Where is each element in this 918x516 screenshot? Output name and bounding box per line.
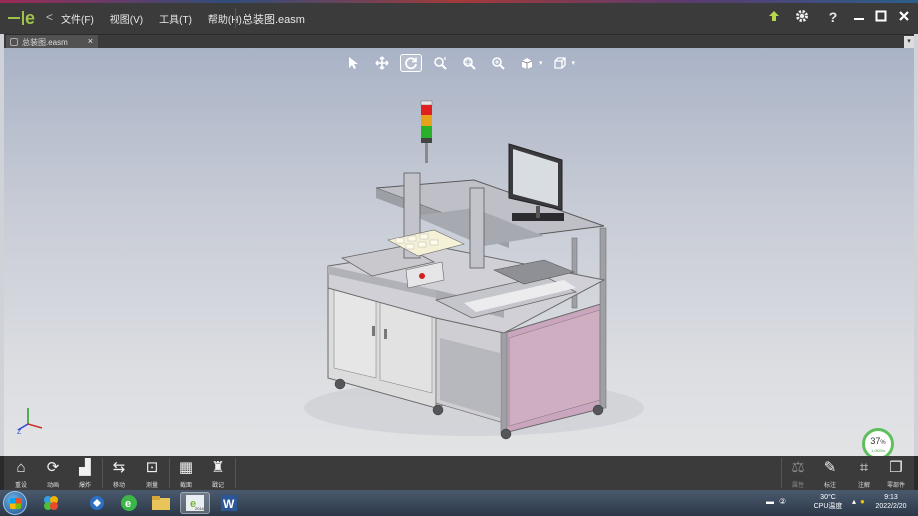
document-title: 总装图.easm <box>242 14 305 26</box>
animation-icon: ⟳ <box>46 459 60 476</box>
explode-button[interactable]: ▟ 爆炸 <box>70 459 100 489</box>
section-icon: ▦ <box>178 459 194 476</box>
properties-label: 属性 <box>791 483 804 489</box>
stamp-label: 戳记 <box>211 483 224 489</box>
reset-button[interactable]: ⌂ 重设 <box>6 459 36 489</box>
document-tab-bar: 总装图.easm × ▾ <box>4 34 914 49</box>
measure-button[interactable]: ⊡ 测量 <box>137 459 167 489</box>
reset-label: 重设 <box>14 483 27 489</box>
move-icon: ⇆ <box>112 459 126 476</box>
tray-expand-icon[interactable]: ▴ <box>852 497 856 506</box>
parts-icon: ❒ <box>889 459 903 476</box>
edrawings-icon[interactable]: e 2016 <box>180 492 210 514</box>
home-icon: ⌂ <box>16 459 26 476</box>
maximize-icon[interactable] <box>873 9 889 25</box>
stamp-icon: ♜ <box>211 459 225 476</box>
temperature-label: CPU温度 <box>813 503 843 510</box>
move-button[interactable]: ⇆ 移动 <box>104 459 134 489</box>
section-button[interactable]: ▦ 截面 <box>171 459 201 489</box>
percent-unit: % <box>880 439 886 446</box>
file-explorer-icon[interactable] <box>146 492 176 514</box>
minimize-icon[interactable] <box>851 9 867 25</box>
tab-dropdown-icon[interactable]: ▾ <box>904 36 914 48</box>
measure-label: 测量 <box>145 483 158 489</box>
menu-help[interactable]: 帮助(H) <box>208 11 242 26</box>
properties-button: ⚖ 属性 <box>783 459 813 489</box>
pencil-icon: ✎ <box>823 459 837 476</box>
annotation-icon: ⌗ <box>859 459 869 476</box>
explode-icon: ▟ <box>79 459 91 476</box>
markup-button[interactable]: ✎ 标注 <box>815 459 845 489</box>
toolbar-divider <box>781 458 782 488</box>
word-icon[interactable]: W <box>214 492 244 514</box>
move-label: 移动 <box>112 483 125 489</box>
collapse-icon[interactable]: < <box>46 10 53 24</box>
close-icon[interactable] <box>896 9 912 25</box>
title-bar: e < 文件(F) 视图(V) 工具(T) 帮助(H) 总装图.easm ? <box>0 0 918 34</box>
performance-monitor-badge[interactable]: 37% 1.0KB/s <box>862 428 894 456</box>
axis-triad-icon: Z <box>17 408 43 436</box>
edrawings-year-label: 2016 <box>195 506 205 511</box>
parts-label: 零部件 <box>886 483 905 489</box>
start-icon[interactable] <box>3 491 27 515</box>
menu-bar: 文件(F) 视图(V) 工具(T) 帮助(H) <box>61 11 258 26</box>
menu-file[interactable]: 文件(F) <box>61 11 94 26</box>
divider <box>235 8 236 28</box>
3d-viewport[interactable]: ▾ ▾ Z 37% 1.0KB/s <box>4 48 914 456</box>
toolbar-divider <box>102 458 103 488</box>
gear-icon[interactable] <box>794 9 810 26</box>
axis-z-label: Z <box>17 429 22 436</box>
annotation-button[interactable]: ⌗ 注解 <box>849 459 879 489</box>
svg-text:e: e <box>125 498 131 510</box>
360-security-icon[interactable] <box>36 492 66 514</box>
section-label: 截面 <box>179 483 192 489</box>
clock[interactable]: 9:13 2022/2/20 <box>868 493 914 511</box>
properties-icon: ⚖ <box>791 459 805 476</box>
svg-text:W: W <box>223 497 235 511</box>
clock-time: 9:13 <box>884 494 898 501</box>
parts-button[interactable]: ❒ 零部件 <box>881 459 911 489</box>
upload-arrow-icon[interactable] <box>766 9 782 25</box>
stamp-button[interactable]: ♜ 戳记 <box>203 459 233 489</box>
bottom-toolbar: ⌂ 重设 ⟳ 动画 ▟ 爆炸 ⇆ 移动 ⊡ 测量 ▦ 截面 ♜ 戳记 ⚖ 属性 … <box>4 456 914 490</box>
measure-icon: ⊡ <box>145 459 159 476</box>
machine-3d-model[interactable] <box>4 48 914 456</box>
assembly-file-icon <box>10 38 18 46</box>
browser-icon[interactable]: e <box>114 492 144 514</box>
cpu-temperature[interactable]: 30°C CPU温度 <box>808 493 848 511</box>
tab-close-icon[interactable]: × <box>88 36 93 46</box>
animation-button[interactable]: ⟳ 动画 <box>38 459 68 489</box>
temperature-value: 30°C <box>820 494 836 501</box>
animation-label: 动画 <box>46 483 59 489</box>
network-tool-icon[interactable] <box>82 492 112 514</box>
tab-label: 总装图.easm <box>22 37 68 47</box>
tray-keyboard-icon[interactable]: ▬ <box>766 497 774 506</box>
tray-app-icon[interactable]: ● <box>860 497 865 506</box>
annotation-label: 注解 <box>857 483 870 489</box>
toolbar-divider <box>169 458 170 488</box>
edrawings-logo-icon[interactable]: e <box>8 8 42 28</box>
toolbar-divider <box>235 458 236 488</box>
menu-view[interactable]: 视图(V) <box>110 11 143 26</box>
right-frame <box>914 34 918 456</box>
windows-taskbar: e e 2016 W ▬ ② 30°C CPU温度 ▴ ● 9:13 2022/2… <box>0 490 918 516</box>
clock-date: 2022/2/20 <box>875 503 907 510</box>
menu-tools[interactable]: 工具(T) <box>159 11 192 26</box>
markup-label: 标注 <box>823 483 836 489</box>
network-speed: 1.0KB/s <box>870 447 885 453</box>
tab-assembly[interactable]: 总装图.easm × <box>6 35 98 49</box>
explode-label: 爆炸 <box>78 483 91 489</box>
help-icon[interactable]: ? <box>825 9 841 25</box>
cpu-percent: 37 <box>870 435 881 446</box>
tray-help-icon[interactable]: ② <box>779 497 786 506</box>
